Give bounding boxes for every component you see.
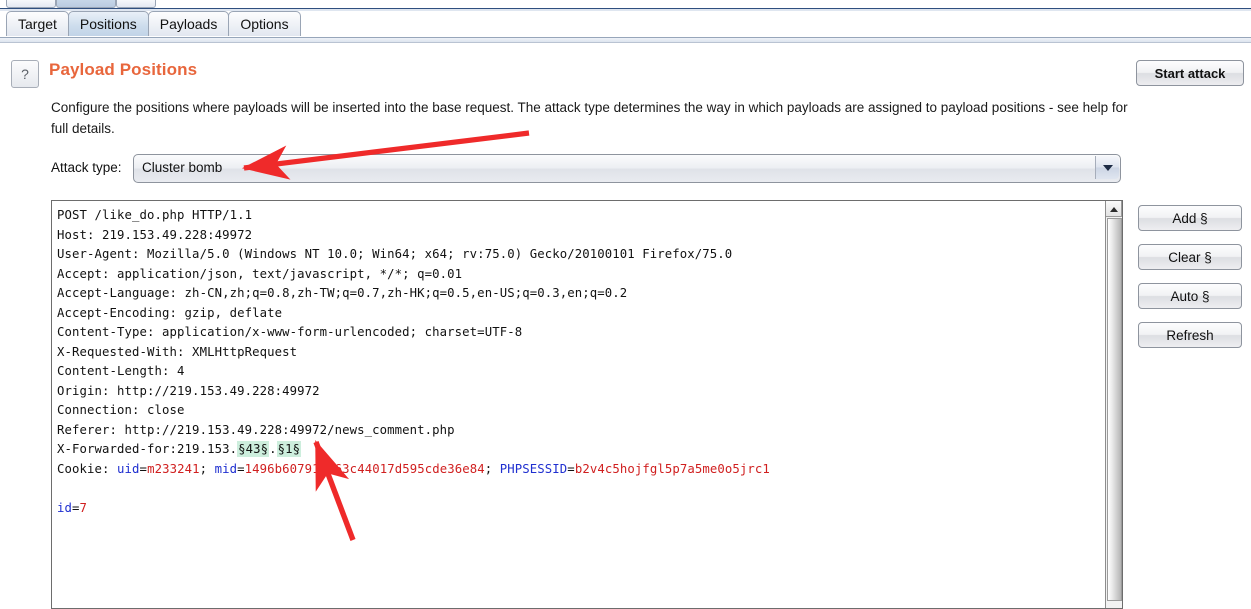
tab-target[interactable]: Target: [6, 11, 69, 36]
request-token: Origin: http://219.153.49.228:49972: [57, 383, 320, 398]
scrollbar-thumb[interactable]: [1107, 218, 1122, 601]
help-icon[interactable]: ?: [11, 60, 39, 88]
payload-position-marker: §1§: [276, 441, 302, 457]
request-token: User-Agent: Mozilla/5.0 (Windows NT 10.0…: [57, 247, 733, 261]
request-token: Connection: close: [57, 403, 185, 417]
auto-section-button[interactable]: Auto §: [1138, 283, 1242, 309]
request-token: Content-Length: 4: [57, 364, 185, 378]
page-description: Configure the positions where payloads w…: [51, 100, 1128, 136]
request-token: Accept-Encoding: gzip, deflate: [57, 305, 283, 320]
partial-top-tab-1[interactable]: [6, 0, 56, 8]
tab-payloads[interactable]: Payloads: [147, 11, 230, 36]
request-token: ;: [484, 461, 500, 476]
chevron-down-icon[interactable]: [1095, 156, 1119, 179]
request-line: [57, 479, 1104, 499]
attack-type-value: Cluster bomb: [142, 160, 223, 175]
request-param-value: 7: [79, 500, 88, 515]
request-line: User-Agent: Mozilla/5.0 (Windows NT 10.0…: [57, 245, 1104, 265]
request-param-name: mid: [214, 461, 238, 476]
tab-options[interactable]: Options: [228, 11, 301, 36]
request-token: Referer: http://219.153.49.228:49972/new…: [57, 422, 455, 437]
tab-payloads-label: Payloads: [159, 16, 218, 32]
tab-target-label: Target: [18, 16, 57, 32]
tabbar: Target Positions Payloads Options: [0, 11, 1251, 40]
request-token: Content-Type: application/x-www-form-url…: [57, 325, 523, 339]
positions-panel: ? Payload Positions Configure the positi…: [0, 44, 1251, 609]
request-token: Host: 219.153.49.228:49972: [57, 227, 253, 242]
request-line: Cookie: uid=m233241; mid=1496b60791c763c…: [57, 460, 1104, 480]
request-token: X-Requested-With: XMLHttpRequest: [57, 344, 298, 359]
request-text: POST /like_do.php HTTP/1.1 Host: 219.153.…: [57, 206, 1104, 518]
request-line: Origin: http://219.153.49.228:49972: [57, 382, 1104, 402]
add-section-button[interactable]: Add §: [1138, 205, 1242, 231]
attack-type-select[interactable]: Cluster bomb: [133, 154, 1121, 183]
request-line: Content-Type: application/x-www-form-url…: [57, 323, 1104, 343]
request-line: Connection: close: [57, 401, 1104, 421]
request-line: Accept-Language: zh-CN,zh;q=0.8,zh-TW;q=…: [57, 284, 1104, 304]
clear-section-button[interactable]: Clear §: [1138, 244, 1242, 270]
request-token: =: [72, 500, 80, 515]
request-line: Accept: application/json, text/javascrip…: [57, 265, 1104, 285]
request-param-value: 1496b60791c763c44017d595cde36e84: [244, 461, 485, 476]
request-line: Accept-Encoding: gzip, deflate: [57, 304, 1104, 324]
request-line: POST /like_do.php HTTP/1.1: [57, 206, 1104, 226]
attack-type-label: Attack type:: [51, 160, 122, 175]
page-title: Payload Positions: [49, 60, 198, 79]
tabbar-baseline: [0, 37, 1251, 43]
request-token: =: [139, 461, 148, 476]
request-token: POST /like_do.php HTTP/1.1: [57, 208, 253, 222]
tab-positions[interactable]: Positions: [67, 11, 149, 36]
request-line: id=7: [57, 499, 1104, 519]
partial-top-tab-2[interactable]: [56, 0, 116, 8]
request-param-name: id: [57, 500, 73, 515]
request-param-value: b2v4c5hojfgl5p7a5me0o5jrc1: [574, 461, 770, 476]
tab-positions-label: Positions: [79, 16, 137, 32]
tab-options-label: Options: [240, 16, 289, 32]
partial-top-tab-3[interactable]: [116, 0, 156, 8]
request-token: X-Forwarded-for:219.153.: [57, 442, 238, 456]
request-line: X-Forwarded-for:219.153.§43§.§1§: [57, 440, 1104, 460]
request-text-area[interactable]: POST /like_do.php HTTP/1.1 Host: 219.153.…: [52, 201, 1104, 608]
request-token: Accept-Language: zh-CN,zh;q=0.8,zh-TW;q=…: [57, 286, 628, 300]
request-editor[interactable]: POST /like_do.php HTTP/1.1 Host: 219.153.…: [51, 200, 1123, 609]
request-token: Accept: application/json, text/javascrip…: [57, 266, 463, 281]
refresh-button[interactable]: Refresh: [1138, 322, 1242, 348]
request-param-name: PHPSESSID: [499, 461, 568, 476]
request-line: Content-Length: 4: [57, 362, 1104, 382]
start-attack-button[interactable]: Start attack: [1136, 60, 1244, 86]
request-token: .: [269, 442, 277, 456]
request-token: =: [567, 461, 575, 476]
scroll-up-arrow-icon[interactable]: [1106, 201, 1122, 217]
request-line: Host: 219.153.49.228:49972: [57, 226, 1104, 246]
request-param-name: uid: [117, 461, 140, 476]
request-param-value: m233241: [147, 461, 200, 476]
request-token: =: [237, 461, 245, 476]
request-token: Cookie:: [57, 461, 118, 476]
payload-position-marker: §43§: [237, 441, 270, 457]
request-line: X-Requested-With: XMLHttpRequest: [57, 343, 1104, 363]
request-line: Referer: http://219.153.49.228:49972/new…: [57, 421, 1104, 441]
burp-intruder-positions-window: Target Positions Payloads Options ? Payl…: [0, 0, 1251, 609]
request-vertical-scrollbar[interactable]: [1105, 201, 1122, 608]
request-token: ;: [199, 461, 215, 476]
